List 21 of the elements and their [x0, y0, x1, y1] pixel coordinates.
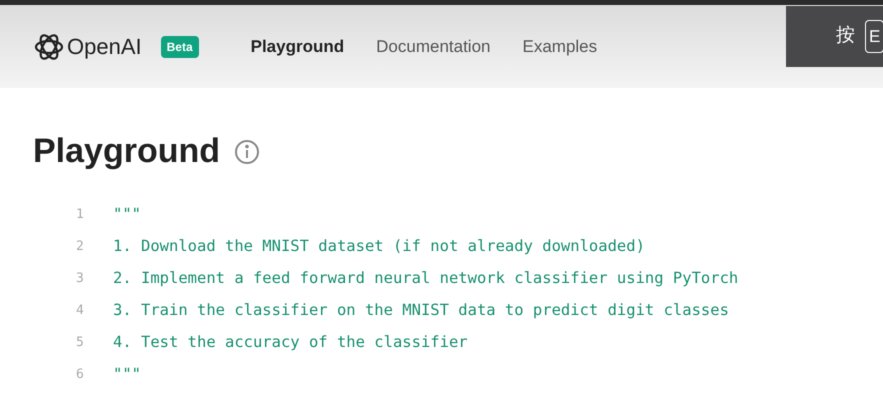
code-line: 3. Train the classifier on the MNIST data to predict digit classes: [113, 300, 729, 322]
line-number: 2: [75, 238, 85, 256]
line-number: 3: [75, 270, 85, 288]
line-number: 5: [75, 334, 85, 352]
info-icon[interactable]: [234, 138, 260, 164]
nav-link[interactable]: Playground: [250, 34, 344, 60]
key-label: E: [865, 20, 883, 54]
code-line: 4. Test the accuracy of the classifier: [113, 332, 468, 354]
code-line: """: [113, 364, 141, 386]
line-number: 1: [75, 206, 85, 224]
line-number: 4: [75, 302, 85, 320]
nav-link[interactable]: Examples: [522, 34, 598, 60]
beta-badge: Beta: [160, 36, 199, 58]
code-line: 2. Implement a feed forward neural network classifier using PyTorch: [113, 268, 738, 290]
code-line: """: [113, 204, 141, 226]
line-number: 6: [75, 366, 85, 384]
page-title: Playground: [33, 131, 220, 172]
hint-text: 按: [836, 24, 855, 48]
code-line: 1. Download the MNIST dataset (if not already downloaded): [113, 236, 645, 258]
logo-text: OpenAI: [67, 33, 142, 61]
nav-link[interactable]: Documentation: [376, 34, 490, 60]
